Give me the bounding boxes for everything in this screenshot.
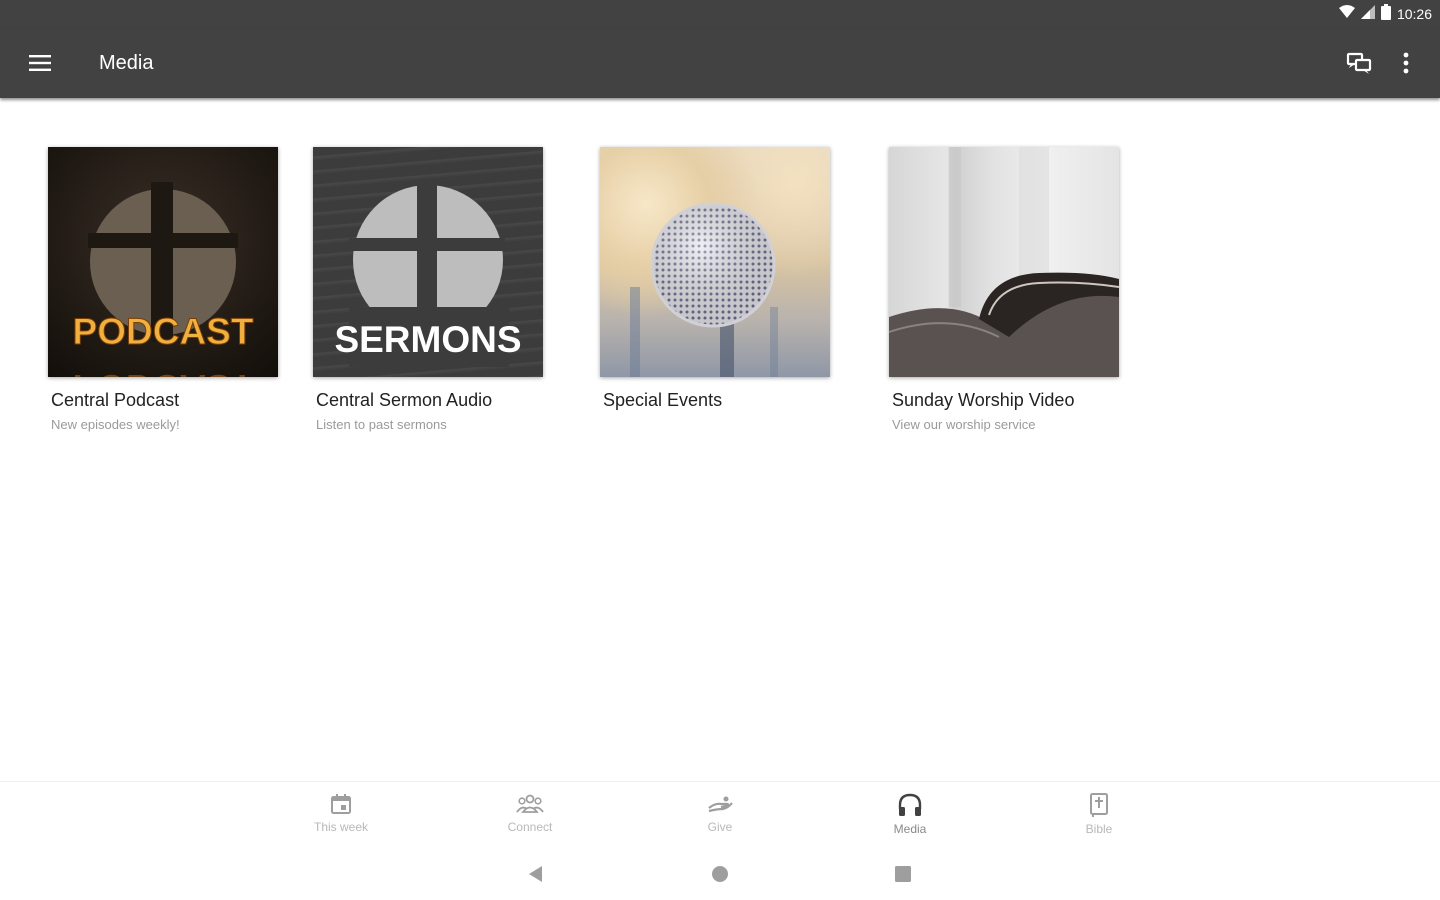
- nav-label: Connect: [507, 820, 553, 834]
- page-title: Media: [99, 52, 154, 74]
- nav-item-give[interactable]: Give: [660, 792, 780, 834]
- media-card-central-podcast[interactable]: PODCAST PODCAST Central Podcast New epis…: [48, 147, 280, 432]
- card-subtitle: New episodes weekly!: [51, 417, 180, 432]
- nav-item-connect[interactable]: Connect: [470, 792, 590, 834]
- app-bar: Media: [0, 28, 1440, 98]
- sermons-thumbnail: SERMONS: [313, 147, 543, 377]
- more-vert-icon: [1403, 52, 1409, 74]
- home-icon: [712, 866, 728, 882]
- nav-label: Bible: [1085, 822, 1113, 836]
- podcast-thumbnail: PODCAST PODCAST: [48, 147, 278, 377]
- podcast-image-reflection: PODCAST: [73, 367, 254, 377]
- nav-label: Media: [893, 822, 927, 836]
- nav-item-this-week[interactable]: This week: [281, 792, 401, 834]
- headphones-icon: [898, 793, 922, 816]
- give-hand-icon: [708, 796, 733, 813]
- back-icon: [529, 866, 542, 882]
- card-title: Sunday Worship Video: [892, 390, 1075, 410]
- wifi-icon: [1338, 5, 1355, 22]
- clock: 10:26: [1396, 5, 1432, 22]
- people-icon: [516, 794, 544, 813]
- nav-item-media[interactable]: Media: [850, 792, 970, 836]
- system-back-button[interactable]: [516, 859, 556, 889]
- cell-signal-icon: [1360, 5, 1375, 22]
- sermons-image-text: SERMONS: [334, 319, 521, 360]
- bible-thumbnail: [889, 147, 1119, 377]
- system-recents-button[interactable]: [883, 859, 923, 889]
- card-subtitle: Listen to past sermons: [316, 417, 447, 432]
- battery-icon: [1380, 4, 1391, 23]
- bible-icon: [1090, 793, 1108, 817]
- nav-item-bible[interactable]: Bible: [1039, 792, 1159, 836]
- calendar-icon: [331, 794, 351, 814]
- system-home-button[interactable]: [700, 859, 740, 889]
- podcast-image-text: PODCAST: [73, 311, 254, 352]
- nav-label: This week: [313, 820, 369, 834]
- card-subtitle: View our worship service: [892, 417, 1036, 432]
- bottom-navigation: This week Connect Give Media Bible: [0, 781, 1440, 841]
- chat-icon: [1346, 52, 1372, 74]
- recents-icon: [895, 866, 911, 882]
- card-title: Special Events: [603, 390, 723, 410]
- system-navigation-bar: [0, 845, 1440, 900]
- card-title: Central Sermon Audio: [316, 390, 493, 410]
- media-card-sunday-worship-video[interactable]: Sunday Worship Video View our worship se…: [889, 147, 1121, 432]
- microphone-thumbnail: [600, 147, 830, 377]
- media-card-special-events[interactable]: Special Events: [600, 147, 832, 417]
- nav-label: Give: [707, 820, 733, 834]
- status-bar: 10:26: [0, 0, 1440, 28]
- more-options-button[interactable]: [1388, 43, 1424, 83]
- menu-button[interactable]: [20, 43, 60, 83]
- menu-icon: [29, 55, 51, 71]
- card-title: Central Podcast: [51, 390, 180, 410]
- chat-button[interactable]: [1339, 43, 1379, 83]
- media-card-central-sermon-audio[interactable]: SERMONS Central Sermon Audio Listen to p…: [313, 147, 545, 432]
- status-icons: 10:26: [1338, 4, 1432, 23]
